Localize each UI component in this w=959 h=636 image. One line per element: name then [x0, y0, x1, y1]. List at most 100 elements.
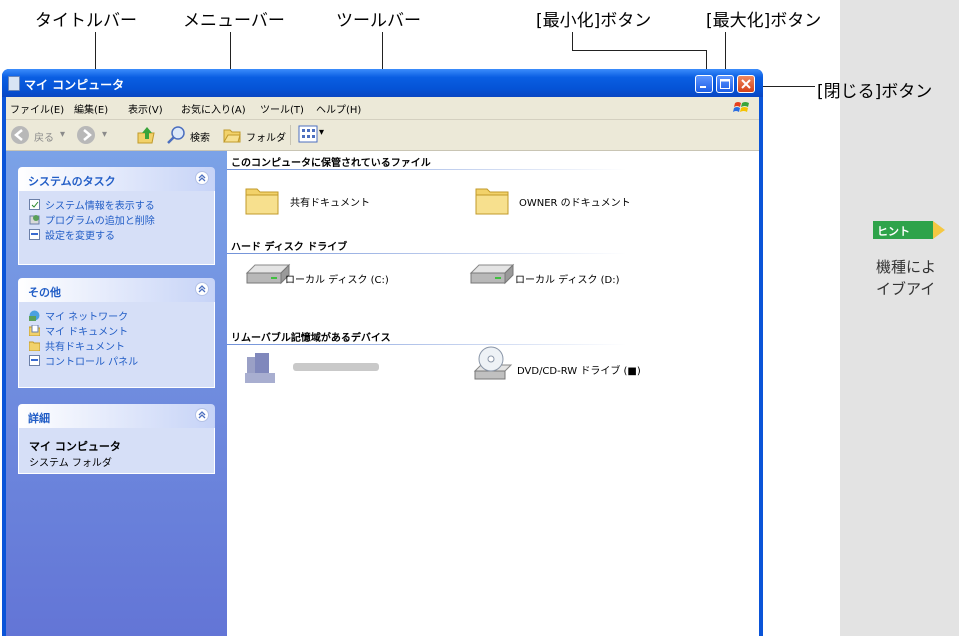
item-label: DVD/CD-RW ドライブ (■) — [517, 366, 641, 377]
back-dropdown-icon: ▾ — [60, 129, 66, 140]
menu-tools[interactable]: ツール(T) — [260, 101, 304, 116]
forward-dropdown-icon: ▾ — [102, 129, 108, 140]
details-body: マイ コンピュータ システム フォルダ — [18, 428, 215, 474]
tool-bar: 戻る ▾ ▾ 検索 フォルダ ▾ — [6, 120, 759, 151]
other-places-body: マイ ネットワーク マイ ドキュメント 共有ドキュメント コントロール パネル — [18, 302, 215, 388]
place-label: マイ ドキュメント — [45, 327, 129, 338]
menu-help[interactable]: ヘルプ(H) — [316, 101, 361, 116]
blurred-device-icon — [245, 353, 379, 383]
hint-badge-label: ヒント — [877, 225, 910, 238]
close-button[interactable] — [737, 75, 755, 93]
control-panel-icon — [29, 355, 40, 366]
system-tasks-body: システム情報を表示する プログラムの追加と削除 設定を変更する — [18, 191, 215, 265]
item-label: 共有ドキュメント — [290, 198, 370, 209]
details-name: マイ コンピュータ — [29, 440, 121, 453]
network-icon — [29, 310, 40, 321]
callout-toolbar: ツールバー — [336, 11, 421, 31]
place-label: コントロール パネル — [45, 357, 139, 368]
my-documents-icon — [29, 325, 40, 336]
dvd-drive-icon — [473, 346, 513, 380]
menu-edit[interactable]: 編集(E) — [74, 101, 108, 116]
place-control-panel[interactable]: コントロール パネル — [19, 353, 214, 368]
menu-favorites[interactable]: お気に入り(A) — [181, 101, 246, 116]
add-remove-programs-icon — [29, 215, 40, 225]
place-my-network[interactable]: マイ ネットワーク — [19, 308, 214, 323]
up-folder-icon — [137, 127, 155, 144]
other-places-header[interactable]: その他 — [18, 278, 215, 302]
window-title: マイ コンピュータ — [24, 78, 125, 92]
item-owner-documents[interactable]: OWNER のドキュメント — [475, 179, 675, 223]
hint-arrow-icon — [933, 221, 945, 239]
callout-menubar: メニューバー — [183, 11, 285, 31]
item-shared-documents[interactable]: 共有ドキュメント — [245, 179, 425, 223]
menu-bar: ファイル(E) 編集(E) 表示(V) お気に入り(A) ツール(T) ヘルプ(… — [6, 97, 759, 120]
search-icon — [167, 126, 185, 144]
place-label: マイ ネットワーク — [45, 312, 129, 323]
collapse-chevron-icon[interactable] — [195, 171, 209, 185]
maximize-button[interactable] — [716, 75, 734, 93]
other-places-panel: その他 マイ ネットワーク マイ ドキュメント 共有ドキュメント コントロール … — [18, 278, 215, 388]
system-info-icon — [29, 199, 40, 210]
system-tasks-panel: システムのタスク システム情報を表示する プログラムの追加と削除 設定を変更する — [18, 167, 215, 265]
group-title-removable: リムーバブル記憶域があるデバイス — [231, 333, 391, 344]
window-content: システムのタスク システム情報を表示する プログラムの追加と削除 設定を変更する — [6, 151, 759, 636]
back-arrow-icon — [11, 126, 29, 144]
callout-maximize: [最大化]ボタン — [706, 11, 822, 31]
computer-icon — [8, 76, 20, 91]
item-label: OWNER のドキュメント — [519, 198, 631, 209]
file-view: このコンピュータに保管されているファイル 共有ドキュメント OWNER のドキュ… — [227, 151, 759, 636]
hint-text-line-2: イブアイ — [876, 280, 936, 298]
folders-button[interactable]: フォルダ — [222, 125, 286, 145]
minimize-button[interactable] — [695, 75, 713, 93]
task-label: プログラムの追加と削除 — [45, 216, 155, 227]
hint-text-line-1: 機種によ — [876, 258, 937, 276]
item-blurred-device[interactable] — [243, 351, 403, 395]
collapse-chevron-icon[interactable] — [195, 408, 209, 422]
task-system-info[interactable]: システム情報を表示する — [19, 197, 214, 212]
details-panel: 詳細 マイ コンピュータ システム フォルダ — [18, 404, 215, 474]
group-title-files: このコンピュータに保管されているファイル — [231, 158, 431, 169]
callout-close: [閉じる]ボタン — [817, 82, 933, 102]
item-label: ローカル ディスク (D:) — [515, 275, 620, 286]
forward-button[interactable]: ▾ — [76, 125, 116, 145]
maximize-icon — [720, 79, 730, 89]
menu-view[interactable]: 表示(V) — [128, 101, 163, 116]
back-button[interactable]: 戻る ▾ — [10, 125, 70, 145]
settings-icon — [29, 229, 40, 240]
task-change-setting[interactable]: 設定を変更する — [19, 227, 214, 242]
close-icon — [741, 79, 751, 89]
task-label: 設定を変更する — [45, 231, 115, 242]
search-label: 検索 — [190, 133, 210, 144]
search-button[interactable]: 検索 — [166, 125, 216, 145]
place-shared-documents[interactable]: 共有ドキュメント — [19, 338, 214, 353]
windows-logo-icon — [733, 102, 749, 112]
back-label: 戻る — [34, 133, 54, 144]
hard-drive-icon — [469, 263, 515, 285]
details-title: 詳細 — [28, 412, 50, 425]
leader-line-minimize-v1 — [572, 32, 573, 50]
explorer-window: マイ コンピュータ ファイル(E) 編集(E) 表示(V) お気に入り(A) ツ… — [2, 69, 763, 636]
folder-icon — [245, 188, 279, 215]
item-dvd-drive[interactable]: DVD/CD-RW ドライブ (■) — [473, 345, 693, 389]
views-button[interactable]: ▾ — [298, 125, 328, 145]
place-my-documents[interactable]: マイ ドキュメント — [19, 323, 214, 338]
folders-label: フォルダ — [246, 133, 286, 144]
system-tasks-header[interactable]: システムのタスク — [18, 167, 215, 191]
title-bar[interactable]: マイ コンピュータ — [2, 69, 763, 97]
task-label: システム情報を表示する — [45, 201, 155, 212]
item-local-disk-c[interactable]: ローカル ディスク (C:) — [245, 259, 425, 303]
system-tasks-title: システムのタスク — [28, 175, 116, 188]
views-dropdown-icon: ▾ — [319, 127, 325, 138]
item-local-disk-d[interactable]: ローカル ディスク (D:) — [469, 259, 669, 303]
callout-titlebar: タイトルバー — [35, 11, 137, 31]
group-title-drives: ハード ディスク ドライブ — [231, 242, 348, 253]
minimize-icon — [700, 86, 706, 88]
up-folder-button[interactable] — [136, 125, 158, 145]
menu-file[interactable]: ファイル(E) — [10, 101, 64, 116]
task-add-remove-programs[interactable]: プログラムの追加と削除 — [19, 212, 214, 227]
details-header[interactable]: 詳細 — [18, 404, 215, 428]
group-divider — [227, 169, 627, 170]
collapse-chevron-icon[interactable] — [195, 282, 209, 296]
place-label: 共有ドキュメント — [45, 342, 125, 353]
folder-icon — [29, 341, 40, 351]
